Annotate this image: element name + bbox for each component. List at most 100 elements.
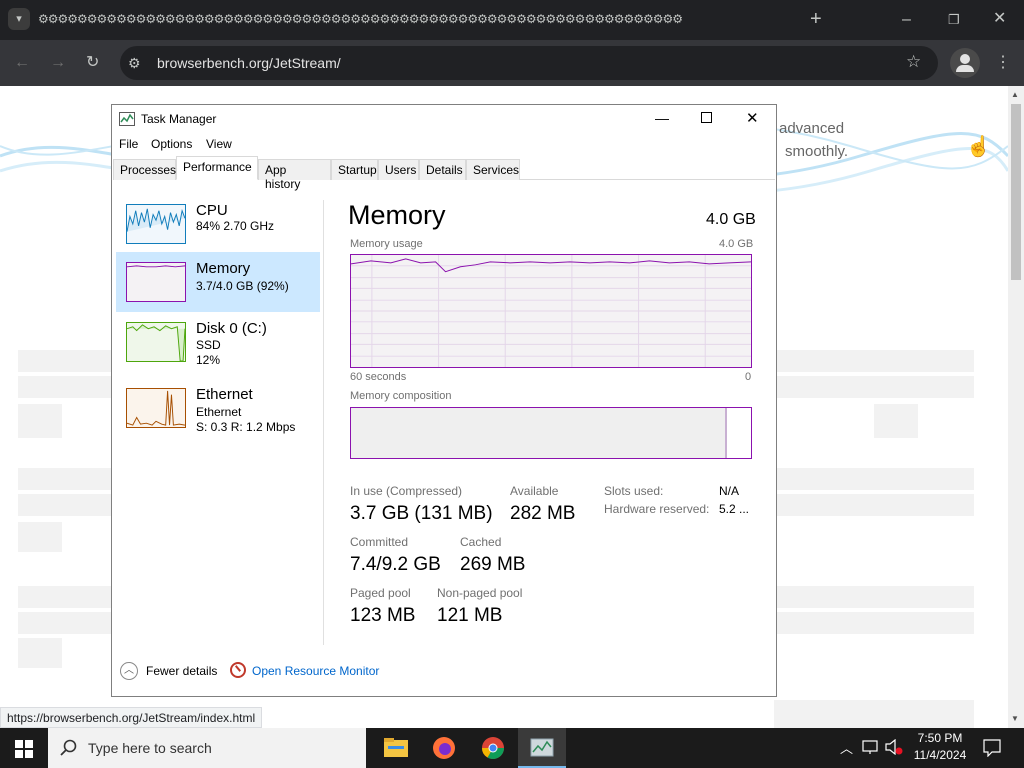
tray-chevron-icon[interactable]: ︿: [840, 738, 853, 757]
tm-maximize-icon[interactable]: [701, 112, 712, 123]
window-title: Task Manager: [141, 112, 217, 126]
file-explorer-icon[interactable]: [383, 736, 409, 760]
restore-icon[interactable]: ❐: [948, 12, 960, 28]
bookmark-star-icon[interactable]: ☆: [906, 53, 921, 70]
resource-memory[interactable]: Memory 3.7/4.0 GB (92%): [116, 252, 320, 312]
firefox-icon[interactable]: [431, 736, 457, 760]
resource-ethernet-adapter: Ethernet: [196, 405, 242, 419]
memory-usage-graph: [350, 254, 752, 368]
tab-processes[interactable]: Processes: [113, 159, 176, 180]
search-icon: [60, 739, 77, 756]
back-icon[interactable]: ←: [14, 55, 30, 71]
placeholder-bar: [774, 700, 974, 728]
resource-disk-usage: 12%: [196, 353, 221, 367]
reload-icon[interactable]: ↻: [86, 55, 99, 71]
resource-memory-detail: 3.7/4.0 GB (92%): [196, 279, 289, 293]
tab-app-history[interactable]: App history: [258, 159, 331, 191]
slots-value: N/A: [719, 484, 740, 498]
kebab-menu-icon[interactable]: ⋮: [995, 55, 1011, 71]
in-use-value: 3.7 GB (131 MB): [350, 503, 493, 524]
menu-file[interactable]: File: [119, 137, 138, 151]
resource-disk-type: SSD: [196, 338, 221, 352]
memory-composition-bar: [350, 407, 752, 459]
cached-label: Cached: [460, 535, 502, 549]
tab-details[interactable]: Details: [419, 159, 466, 180]
tab-startup[interactable]: Startup: [331, 159, 378, 180]
graph-x-left: 60 seconds: [350, 371, 407, 383]
search-placeholder[interactable]: Type here to search: [88, 740, 212, 756]
pane-divider: [323, 200, 324, 645]
status-bubble-url: https://browserbench.org/JetStream/index…: [0, 707, 263, 728]
placeholder-block: [874, 404, 918, 438]
resource-ethernet-throughput: S: 0.3 R: 1.2 Mbps: [196, 420, 296, 434]
resource-ethernet-name: Ethernet: [196, 386, 253, 403]
fewer-details-chevron-icon[interactable]: ︿: [120, 662, 138, 680]
nonpaged-pool-label: Non-paged pool: [437, 586, 523, 600]
hw-reserved-value: 5.2 ...: [719, 502, 750, 516]
tab-performance[interactable]: Performance: [176, 156, 258, 180]
site-info-icon[interactable]: ⚙: [128, 55, 141, 71]
placeholder-block: [18, 404, 62, 438]
tab-users[interactable]: Users: [378, 159, 419, 180]
scroll-up-icon[interactable]: ▲: [1011, 90, 1019, 99]
usage-graph-max: 4.0 GB: [719, 238, 754, 250]
profile-icon[interactable]: [950, 48, 980, 78]
windows-start-icon[interactable]: [15, 740, 33, 758]
notifications-icon[interactable]: [983, 739, 1001, 757]
paged-pool-label: Paged pool: [350, 586, 411, 600]
minimize-icon[interactable]: –: [902, 12, 911, 28]
clock-time: 7:50 PM: [917, 731, 963, 745]
menu-view[interactable]: View: [206, 137, 232, 151]
ethernet-sparkline: [126, 388, 186, 428]
page-text-line1: advanced: [779, 120, 845, 137]
resource-disk-name: Disk 0 (C:): [196, 320, 267, 337]
resource-cpu-name: CPU: [196, 202, 228, 219]
placeholder-block: [18, 522, 62, 552]
total-memory: 4.0 GB: [706, 211, 756, 228]
fewer-details-link[interactable]: Fewer details: [146, 664, 217, 678]
resource-memory-name: Memory: [196, 260, 251, 277]
tab-search-button[interactable]: ▾: [8, 8, 30, 30]
tab-services[interactable]: Services: [466, 159, 520, 180]
slots-label: Slots used:: [604, 484, 664, 498]
scrollbar-thumb[interactable]: [1011, 104, 1021, 280]
tm-close-icon[interactable]: ✕: [746, 109, 759, 127]
url-text[interactable]: browserbench.org/JetStream/: [157, 55, 341, 71]
composition-free: [727, 408, 751, 458]
resource-cpu-detail: 84% 2.70 GHz: [196, 219, 275, 233]
menu-options[interactable]: Options: [151, 137, 192, 151]
tab-title[interactable]: ⚙⚙⚙⚙⚙⚙⚙⚙⚙⚙⚙⚙⚙⚙⚙⚙⚙⚙⚙⚙⚙⚙⚙⚙⚙⚙⚙⚙⚙⚙⚙⚙⚙⚙⚙⚙⚙⚙⚙⚙…: [38, 12, 768, 28]
available-label: Available: [510, 484, 559, 498]
scroll-down-icon[interactable]: ▼: [1011, 714, 1019, 723]
chrome-icon[interactable]: [480, 736, 506, 760]
in-use-label: In use (Compressed): [350, 484, 463, 498]
tab-strip: Processes Performance App history Startu…: [113, 156, 775, 191]
memory-sparkline: [126, 262, 186, 302]
tm-minimize-icon[interactable]: —: [655, 110, 669, 126]
cached-value: 269 MB: [460, 554, 526, 575]
new-tab-button[interactable]: +: [810, 9, 822, 29]
task-manager-app-icon: [119, 112, 135, 126]
usage-graph-label: Memory usage: [350, 238, 423, 250]
open-resource-monitor-link[interactable]: Open Resource Monitor: [252, 664, 379, 678]
tray-clock[interactable]: 7:50 PM 11/4/2024: [905, 731, 975, 762]
resource-ethernet[interactable]: Ethernet Ethernet S: 0.3 R: 1.2 Mbps: [116, 378, 320, 438]
resource-disk[interactable]: Disk 0 (C:) SSD 12%: [116, 312, 320, 372]
resource-monitor-icon: [230, 662, 246, 678]
placeholder-block: [18, 638, 62, 668]
resource-cpu[interactable]: CPU 84% 2.70 GHz: [116, 194, 320, 254]
hand-cursor-icon: ☝: [966, 136, 991, 158]
volume-muted-icon[interactable]: [885, 739, 903, 755]
network-icon[interactable]: [862, 739, 880, 755]
cpu-sparkline: [126, 204, 186, 244]
close-icon[interactable]: ✕: [993, 11, 1006, 27]
forward-icon[interactable]: →: [50, 55, 66, 71]
committed-value: 7.4/9.2 GB: [350, 554, 441, 575]
graph-x-right: 0: [745, 371, 752, 383]
disk-sparkline: [126, 322, 186, 362]
hw-reserved-label: Hardware reserved:: [604, 502, 710, 516]
composition-label: Memory composition: [350, 390, 452, 402]
available-value: 282 MB: [510, 503, 576, 524]
clock-date: 11/4/2024: [913, 748, 967, 762]
page-text-line2: smoothly.: [785, 143, 849, 160]
